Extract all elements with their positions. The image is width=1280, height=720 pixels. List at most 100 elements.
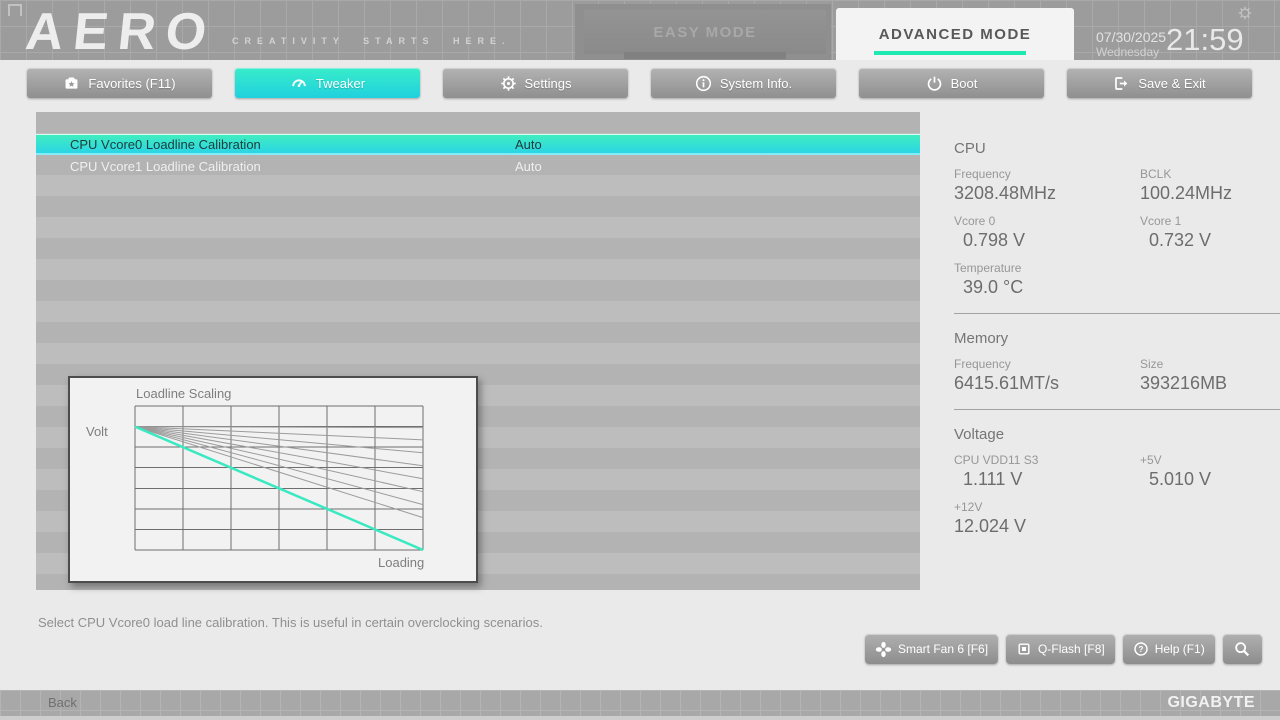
logo-tagline: CREATIVITY STARTS HERE. (232, 36, 511, 46)
gear-icon[interactable] (1238, 6, 1252, 20)
header-banner: AERO CREATIVITY STARTS HERE. EASY MODE A… (0, 0, 1280, 60)
date-text: 07/30/2025 (1096, 30, 1166, 45)
nav-settings[interactable]: Settings (443, 68, 628, 98)
loadline-plot (134, 405, 424, 551)
sidebar-divider (954, 313, 1280, 314)
monitor-label: Vcore 1 (1140, 214, 1280, 229)
nav-boot-label: Boot (951, 76, 978, 91)
monitor-item: CPU VDD11 S3 1.111 V (954, 453, 1140, 490)
nav-tweaker[interactable]: Tweaker (235, 68, 420, 98)
monitor-item: Frequency 3208.48MHz (954, 167, 1140, 204)
nav-settings-label: Settings (525, 76, 572, 91)
monitor-item: Frequency 6415.61MT/s (954, 357, 1140, 394)
svg-text:?: ? (1138, 645, 1143, 654)
help-label: Help (F1) (1155, 642, 1205, 656)
setting-value[interactable]: Auto (515, 159, 542, 174)
datetime-block: 07/30/2025 Wednesday (1096, 30, 1166, 59)
info-icon (695, 75, 712, 92)
bottom-toolbar: Smart Fan 6 [F6] Q-Flash [F8] ? Help (F1… (865, 634, 1262, 664)
monitor-value: 39.0 °C (954, 276, 1140, 298)
monitor-label: BCLK (1140, 167, 1280, 182)
bios-screen: AERO CREATIVITY STARTS HERE. EASY MODE A… (0, 0, 1280, 720)
monitor-item: Temperature 39.0 °C (954, 261, 1140, 298)
help-description: Select CPU Vcore0 load line calibration.… (38, 615, 543, 630)
nav-save-exit[interactable]: Save & Exit (1067, 68, 1252, 98)
section-title-cpu: CPU (954, 140, 1280, 157)
settings-panel: CPU Vcore0 Loadline Calibration Auto CPU… (36, 112, 920, 590)
chart-title: Loadline Scaling (136, 386, 231, 401)
active-tab-underline (874, 51, 1026, 55)
nav-save-exit-label: Save & Exit (1138, 76, 1205, 91)
main-nav: Favorites (F11) Tweaker Settings (27, 68, 1252, 98)
corner-bracket (8, 4, 22, 16)
gauge-icon (290, 74, 308, 92)
hw-monitor-sidebar: CPU Frequency 3208.48MHz BCLK 100.24MHz … (954, 140, 1280, 537)
list-item-vcore1-llc[interactable]: CPU Vcore1 Loadline Calibration Auto (36, 156, 920, 177)
footer-bottom-strip (0, 716, 1280, 720)
setting-label: CPU Vcore0 Loadline Calibration (70, 137, 261, 152)
monitor-item: Vcore 0 0.798 V (954, 214, 1140, 251)
monitor-item: BCLK 100.24MHz (1140, 167, 1280, 204)
easy-mode-shadow (624, 52, 786, 59)
monitor-value: 0.732 V (1140, 229, 1280, 251)
advanced-mode-label: ADVANCED MODE (879, 26, 1032, 43)
monitor-label: Frequency (954, 357, 1140, 372)
footer-bar: Back GIGABYTE (0, 690, 1280, 716)
favorites-icon (63, 75, 80, 92)
nav-tweaker-label: Tweaker (316, 76, 365, 91)
monitor-item: Vcore 1 0.732 V (1140, 214, 1280, 251)
monitor-value: 100.24MHz (1140, 182, 1280, 204)
section-title-voltage: Voltage (954, 426, 1280, 443)
monitor-value: 1.111 V (954, 468, 1140, 490)
help-icon: ? (1133, 641, 1149, 657)
loadline-scaling-chart: Loadline Scaling Volt Loading (68, 376, 478, 583)
back-button[interactable]: Back (48, 695, 77, 710)
aero-logo: AERO (23, 2, 220, 62)
tab-easy-mode[interactable]: EASY MODE (584, 10, 826, 54)
sidebar-divider (954, 409, 1280, 410)
help-button[interactable]: ? Help (F1) (1123, 634, 1215, 664)
section-title-memory: Memory (954, 330, 1280, 347)
chip-icon (1016, 641, 1032, 657)
nav-favorites-label: Favorites (F11) (88, 76, 175, 91)
tab-advanced-mode[interactable]: ADVANCED MODE (836, 8, 1074, 60)
setting-value[interactable]: Auto (515, 137, 542, 152)
monitor-value: 0.798 V (954, 229, 1140, 251)
monitor-label: CPU VDD11 S3 (954, 453, 1140, 468)
fan-icon (875, 641, 892, 658)
monitor-item: +5V 5.010 V (1140, 453, 1280, 490)
monitor-value: 12.024 V (954, 515, 1140, 537)
monitor-label: Size (1140, 357, 1280, 372)
q-flash-button[interactable]: Q-Flash [F8] (1006, 634, 1115, 664)
monitor-item: +12V 12.024 V (954, 500, 1140, 537)
nav-boot[interactable]: Boot (859, 68, 1044, 98)
chart-y-axis-label: Volt (86, 424, 108, 439)
monitor-value: 6415.61MT/s (954, 372, 1140, 394)
monitor-value: 3208.48MHz (954, 182, 1140, 204)
exit-icon (1113, 75, 1130, 92)
monitor-item: Size 393216MB (1140, 357, 1280, 394)
monitor-value: 5.010 V (1140, 468, 1280, 490)
monitor-label: +12V (954, 500, 1140, 515)
monitor-label: Temperature (954, 261, 1140, 276)
monitor-label: Frequency (954, 167, 1140, 182)
gear-icon (500, 75, 517, 92)
nav-system-info-label: System Info. (720, 76, 792, 91)
search-icon (1233, 640, 1251, 658)
gigabyte-logo: GIGABYTE (1167, 694, 1255, 712)
monitor-label: +5V (1140, 453, 1280, 468)
setting-label: CPU Vcore1 Loadline Calibration (70, 159, 261, 174)
q-flash-label: Q-Flash [F8] (1038, 642, 1105, 656)
list-item-vcore0-llc[interactable]: CPU Vcore0 Loadline Calibration Auto (36, 134, 920, 155)
weekday-text: Wednesday (1096, 45, 1166, 59)
chart-x-axis-label: Loading (378, 555, 424, 570)
search-button[interactable] (1223, 634, 1262, 664)
power-icon (926, 75, 943, 92)
clock-text: 21:59 (1166, 22, 1244, 58)
monitor-value: 393216MB (1140, 372, 1280, 394)
nav-favorites[interactable]: Favorites (F11) (27, 68, 212, 98)
nav-system-info[interactable]: System Info. (651, 68, 836, 98)
monitor-label: Vcore 0 (954, 214, 1140, 229)
smart-fan-button[interactable]: Smart Fan 6 [F6] (865, 634, 998, 664)
smart-fan-label: Smart Fan 6 [F6] (898, 642, 988, 656)
